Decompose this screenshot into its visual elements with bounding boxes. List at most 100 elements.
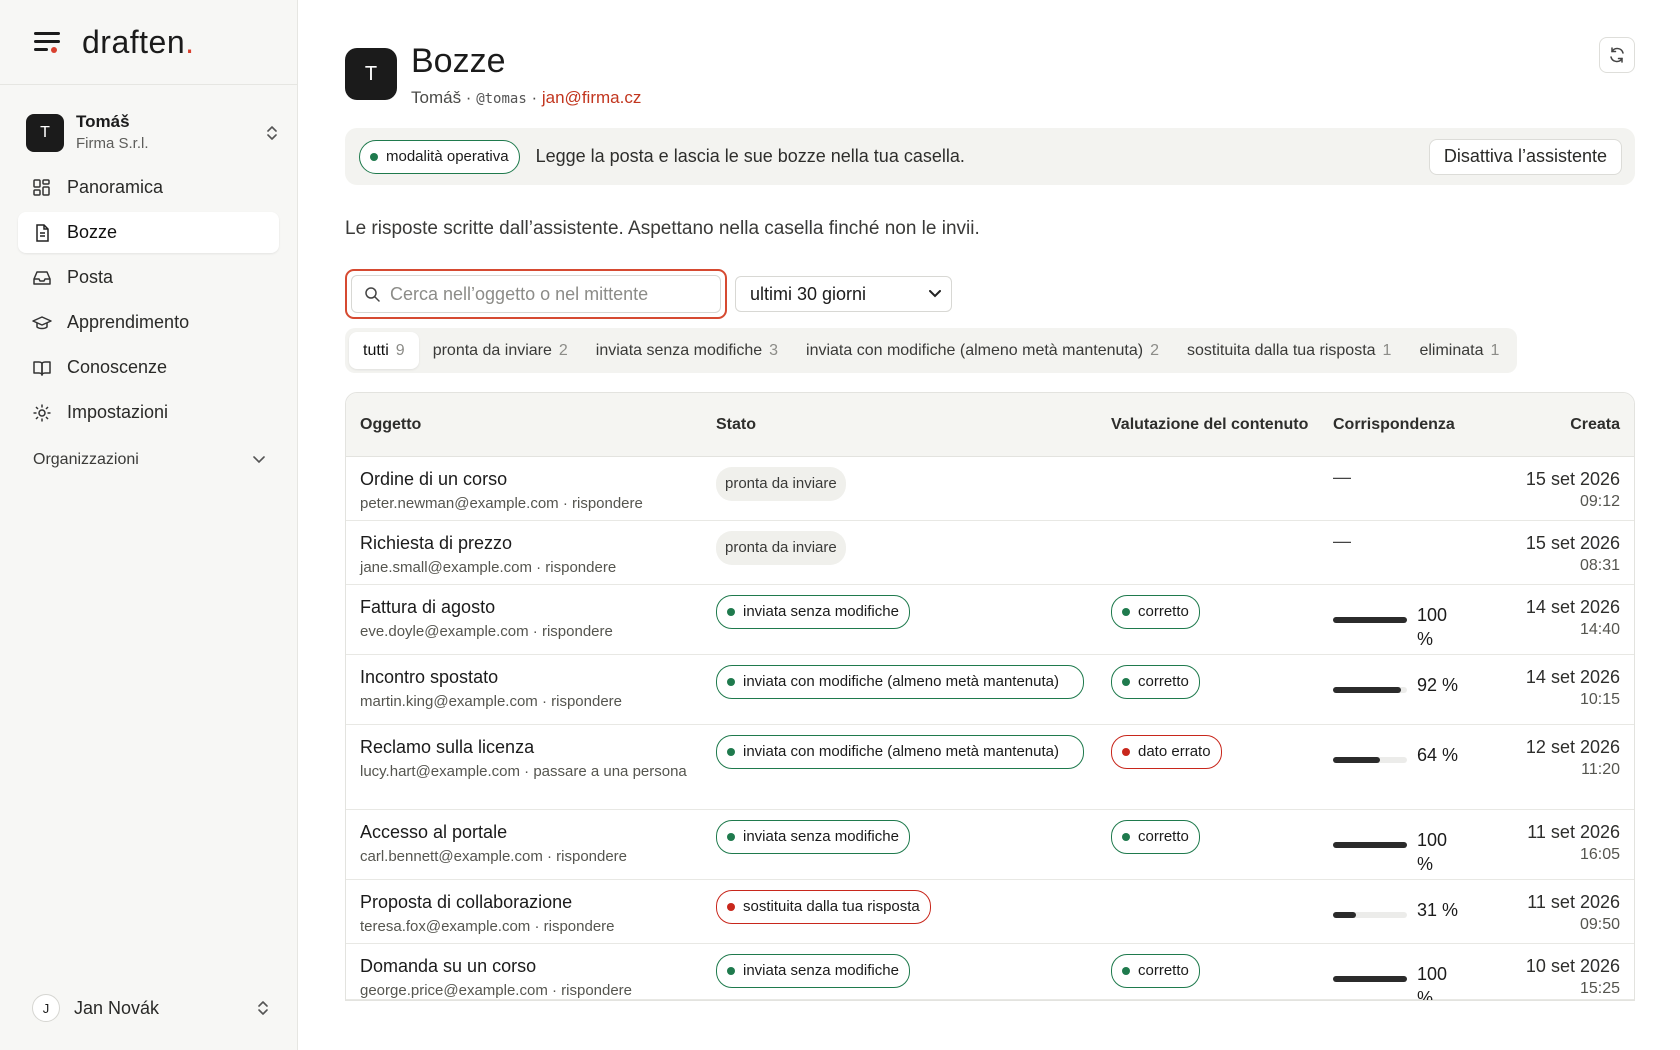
status-badge: inviata senza modifiche <box>716 820 910 854</box>
tab-pronta-da-inviare[interactable]: pronta da inviare 2 <box>419 332 582 369</box>
row-date: 10 set 2026 <box>1525 956 1620 976</box>
sidebar-item-panoramica[interactable]: Panoramica <box>18 167 279 208</box>
match-bar-fill <box>1333 842 1407 848</box>
table-row[interactable]: Proposta di collaborazione teresa.fox@exa… <box>346 880 1634 944</box>
row-date: 14 set 2026 <box>1525 667 1620 687</box>
row-date: 15 set 2026 <box>1525 469 1620 489</box>
sidebar-item-impostazioni[interactable]: Impostazioni <box>18 392 279 433</box>
row-time: 11:20 <box>1581 761 1620 778</box>
drafts-table: Oggetto Stato Valutazione del contenuto … <box>345 392 1635 1001</box>
sidebar-item-label: Panoramica <box>67 177 164 197</box>
table-row[interactable]: Fattura di agosto eve.doyle@example.com ·… <box>346 585 1634 655</box>
match-cell: 64 % <box>1333 735 1473 767</box>
menu-icon[interactable] <box>34 32 60 53</box>
row-time: 09:50 <box>1579 916 1620 933</box>
status-dot <box>727 748 735 756</box>
sidebar-item-label: Impostazioni <box>67 402 169 422</box>
status-badge: inviata senza modifiche <box>716 954 910 988</box>
page-description: Le risposte scritte dall’assistente. Asp… <box>345 218 980 239</box>
assistant-mode-banner: modalità operativa Legge la posta e lasc… <box>345 128 1635 185</box>
row-subject[interactable]: Fattura di agosto <box>360 595 716 619</box>
column-header-match[interactable]: Corrispondenza <box>1333 416 1473 434</box>
match-bar-fill <box>1333 757 1381 763</box>
rating-badge: corretto <box>1111 665 1200 699</box>
match-bar <box>1333 757 1407 763</box>
row-subject[interactable]: Ordine di un corso <box>360 467 716 491</box>
row-subject[interactable]: Reclamo sulla licenza <box>360 735 716 759</box>
column-header-status[interactable]: Stato <box>716 416 1111 434</box>
sidebar-item-apprendimento[interactable]: Apprendimento <box>18 302 279 343</box>
brand-logo: draften. <box>82 23 195 60</box>
row-sender: carl.bennett@example.com · rispondere <box>360 848 628 865</box>
row-time: 16:05 <box>1579 846 1620 863</box>
tab-eliminata[interactable]: eliminata 1 <box>1405 332 1513 369</box>
banner-text: Legge la posta e lascia le sue bozze nel… <box>535 146 965 166</box>
match-bar-fill <box>1333 976 1407 982</box>
chevron-down-icon <box>929 290 941 298</box>
period-value: ultimi 30 giorni <box>750 283 867 304</box>
dashboard-icon <box>33 178 50 196</box>
table-row[interactable]: Domanda su un corso george.price@example.… <box>346 944 1634 1000</box>
match-empty: — <box>1333 467 1351 487</box>
column-header-rating[interactable]: Valutazione del contenuto <box>1111 414 1333 436</box>
row-time: 15:25 <box>1579 980 1620 997</box>
tab-tutti[interactable]: tutti 9 <box>349 332 419 369</box>
organizations-label: Organizzazioni <box>33 451 139 468</box>
organizations-toggle[interactable]: Organizzazioni <box>33 451 265 469</box>
column-header-subject[interactable]: Oggetto <box>346 416 716 434</box>
account-name: Tomáš <box>411 88 462 107</box>
row-subject[interactable]: Domanda su un corso <box>360 954 716 978</box>
book-icon <box>33 360 51 376</box>
user-menu[interactable]: J Jan Novák <box>32 994 270 1022</box>
status-dot <box>727 903 735 911</box>
page-header: T Bozze Tomáš · @tomas · jan@firma.cz <box>345 43 1635 108</box>
workspace-switcher[interactable]: T Tomáš Firma S.r.l. <box>26 109 279 157</box>
table-row[interactable]: Richiesta di prezzo jane.small@example.co… <box>346 521 1634 585</box>
match-bar <box>1333 617 1407 623</box>
status-dot <box>1122 748 1130 756</box>
brand-header: draften. <box>0 0 297 85</box>
search-box <box>351 275 721 313</box>
row-subject[interactable]: Accesso al portale <box>360 820 716 844</box>
column-header-created[interactable]: Creata <box>1473 416 1634 434</box>
chevron-up-down-icon <box>258 1001 268 1015</box>
row-date: 15 set 2026 <box>1525 533 1620 553</box>
row-subject[interactable]: Incontro spostato <box>360 665 716 689</box>
period-select[interactable]: ultimi 30 giorni <box>735 276 952 312</box>
account-email: jan@firma.cz <box>541 88 642 107</box>
refresh-icon <box>1610 47 1624 63</box>
account-line: Tomáš · @tomas · jan@firma.cz <box>411 88 642 107</box>
sidebar-item-label: Conoscenze <box>67 357 168 377</box>
table-row[interactable]: Reclamo sulla licenza lucy.hart@example.c… <box>346 725 1634 810</box>
row-sender: george.price@example.com · rispondere <box>360 982 633 999</box>
search-input[interactable] <box>390 283 710 305</box>
sidebar-item-posta[interactable]: Posta <box>18 257 279 298</box>
sidebar-nav: Panoramica Bozze Posta Apprendimento Con… <box>0 167 297 469</box>
sidebar-item-conoscenze[interactable]: Conoscenze <box>18 347 279 388</box>
table-row[interactable]: Accesso al portale carl.bennett@example.c… <box>346 810 1634 880</box>
inbox-icon <box>33 270 51 285</box>
sidebar-item-label: Bozze <box>67 222 118 242</box>
tab-inviata-con-modifiche[interactable]: inviata con modifiche (almeno metà mante… <box>792 332 1173 369</box>
match-bar <box>1333 912 1407 918</box>
tab-sostituita[interactable]: sostituita dalla tua risposta 1 <box>1173 332 1405 369</box>
deactivate-assistant-button[interactable]: Disattiva l’assistente <box>1428 138 1622 175</box>
table-row[interactable]: Incontro spostato martin.king@example.com… <box>346 655 1634 725</box>
row-subject[interactable]: Proposta di collaborazione <box>360 890 716 914</box>
tab-count: 1 <box>1382 341 1392 359</box>
status-badge: pronta da inviare <box>716 531 846 565</box>
row-subject[interactable]: Richiesta di prezzo <box>360 531 716 555</box>
status-dot <box>1122 608 1130 616</box>
document-icon <box>36 223 49 242</box>
tab-inviata-senza-modifiche[interactable]: inviata senza modifiche 3 <box>582 332 792 369</box>
row-time: 08:31 <box>1579 557 1620 574</box>
search-highlight <box>345 269 727 319</box>
sidebar: draften. T Tomáš Firma S.r.l. Panoramica… <box>0 0 298 1050</box>
status-badge: inviata con modifiche (almeno metà mante… <box>716 665 1084 699</box>
sidebar-item-bozze[interactable]: Bozze <box>18 212 279 253</box>
match-cell: 31 % <box>1333 890 1473 922</box>
account-handle: @tomas <box>476 91 527 107</box>
refresh-button[interactable] <box>1599 37 1635 73</box>
status-dot <box>727 608 735 616</box>
table-row[interactable]: Ordine di un corso peter.newman@example.c… <box>346 457 1634 521</box>
